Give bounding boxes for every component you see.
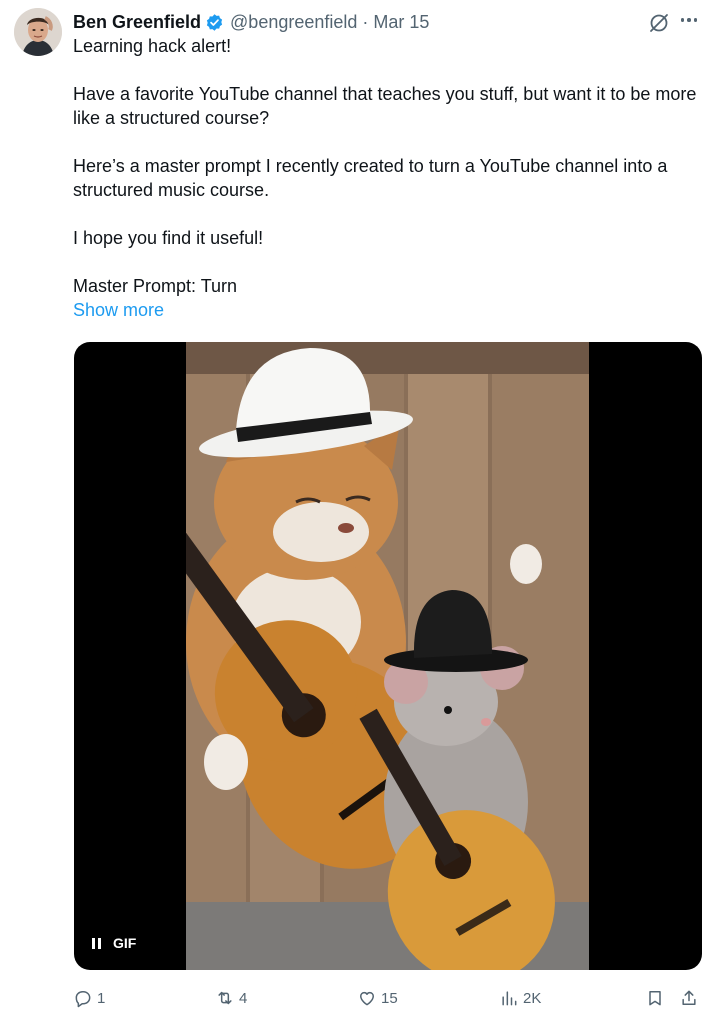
reply-button[interactable]: 1 [73, 985, 105, 1011]
reply-count: 1 [97, 989, 106, 1007]
pause-icon[interactable] [92, 937, 101, 949]
bookmark-icon [649, 991, 661, 1006]
share-button[interactable] [679, 985, 699, 1011]
post-body: Learning hack alert! Have a favorite You… [73, 34, 703, 322]
views-button[interactable]: 2K [499, 985, 541, 1011]
action-bar: 1 4 15 2K [73, 985, 703, 1011]
gif-image [186, 342, 589, 970]
gif-label: GIF [113, 935, 137, 951]
post-date[interactable]: Mar 15 [373, 12, 429, 33]
share-icon [682, 990, 696, 1005]
views-count: 2K [523, 989, 542, 1007]
post-paragraph: Have a favorite YouTube channel that tea… [73, 84, 697, 128]
more-icon[interactable] [677, 8, 701, 32]
tweet: Ben Greenfield @bengreenfield · Mar 15 L… [0, 0, 715, 1024]
post-paragraph: Master Prompt: Turn [73, 276, 238, 296]
like-button[interactable]: 15 [357, 985, 398, 1011]
verified-badge-icon [205, 13, 224, 32]
like-icon [360, 991, 374, 1006]
avatar-image [14, 8, 62, 56]
grok-icon[interactable] [648, 12, 670, 34]
post-paragraph: Learning hack alert! [73, 36, 232, 56]
repost-count: 4 [239, 989, 248, 1007]
views-icon [502, 991, 517, 1006]
author-handle[interactable]: @bengreenfield [230, 12, 357, 33]
media-gif[interactable] [74, 342, 702, 970]
post-header: Ben Greenfield @bengreenfield · Mar 15 [73, 8, 429, 36]
avatar[interactable] [14, 8, 62, 56]
gif-badge[interactable]: GIF [92, 932, 136, 954]
header-separator: · [362, 11, 369, 32]
post-paragraph: I hope you find it useful! [73, 228, 264, 248]
like-count: 15 [381, 989, 398, 1007]
bookmark-button[interactable] [645, 985, 665, 1011]
show-more-link[interactable]: Show more [73, 298, 703, 322]
repost-icon [218, 991, 232, 1005]
repost-button[interactable]: 4 [215, 985, 247, 1011]
author-name[interactable]: Ben Greenfield [73, 12, 201, 33]
post-paragraph: Here’s a master prompt I recently create… [73, 156, 668, 200]
reply-icon [75, 991, 91, 1008]
